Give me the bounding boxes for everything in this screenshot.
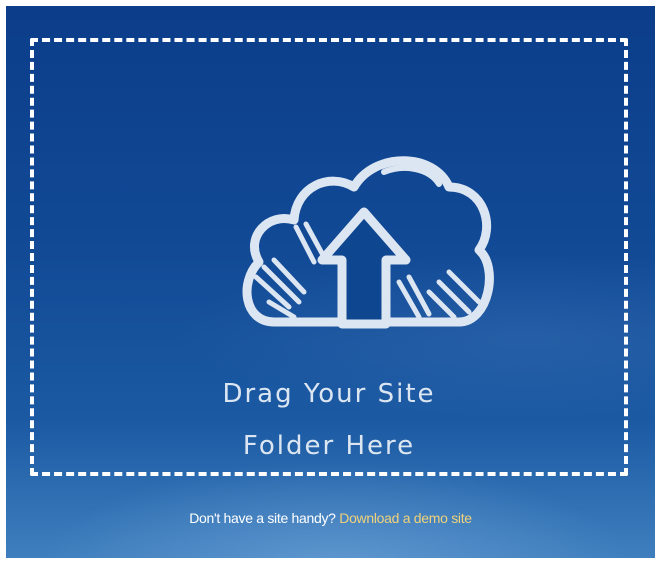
demo-site-question: Don't have a site handy? <box>189 510 336 526</box>
demo-site-prompt: Don't have a site handy? Download a demo… <box>6 510 655 526</box>
upload-panel: Drag Your Site Folder Here Don't have a … <box>6 6 655 558</box>
site-folder-dropzone[interactable]: Drag Your Site Folder Here <box>30 38 628 476</box>
dropzone-title-line1: Drag Your Site <box>222 379 436 409</box>
cloud-upload-icon <box>242 156 494 329</box>
dropzone-title-line2: Folder Here <box>242 431 416 461</box>
download-demo-site-link[interactable]: Download a demo site <box>339 510 472 526</box>
